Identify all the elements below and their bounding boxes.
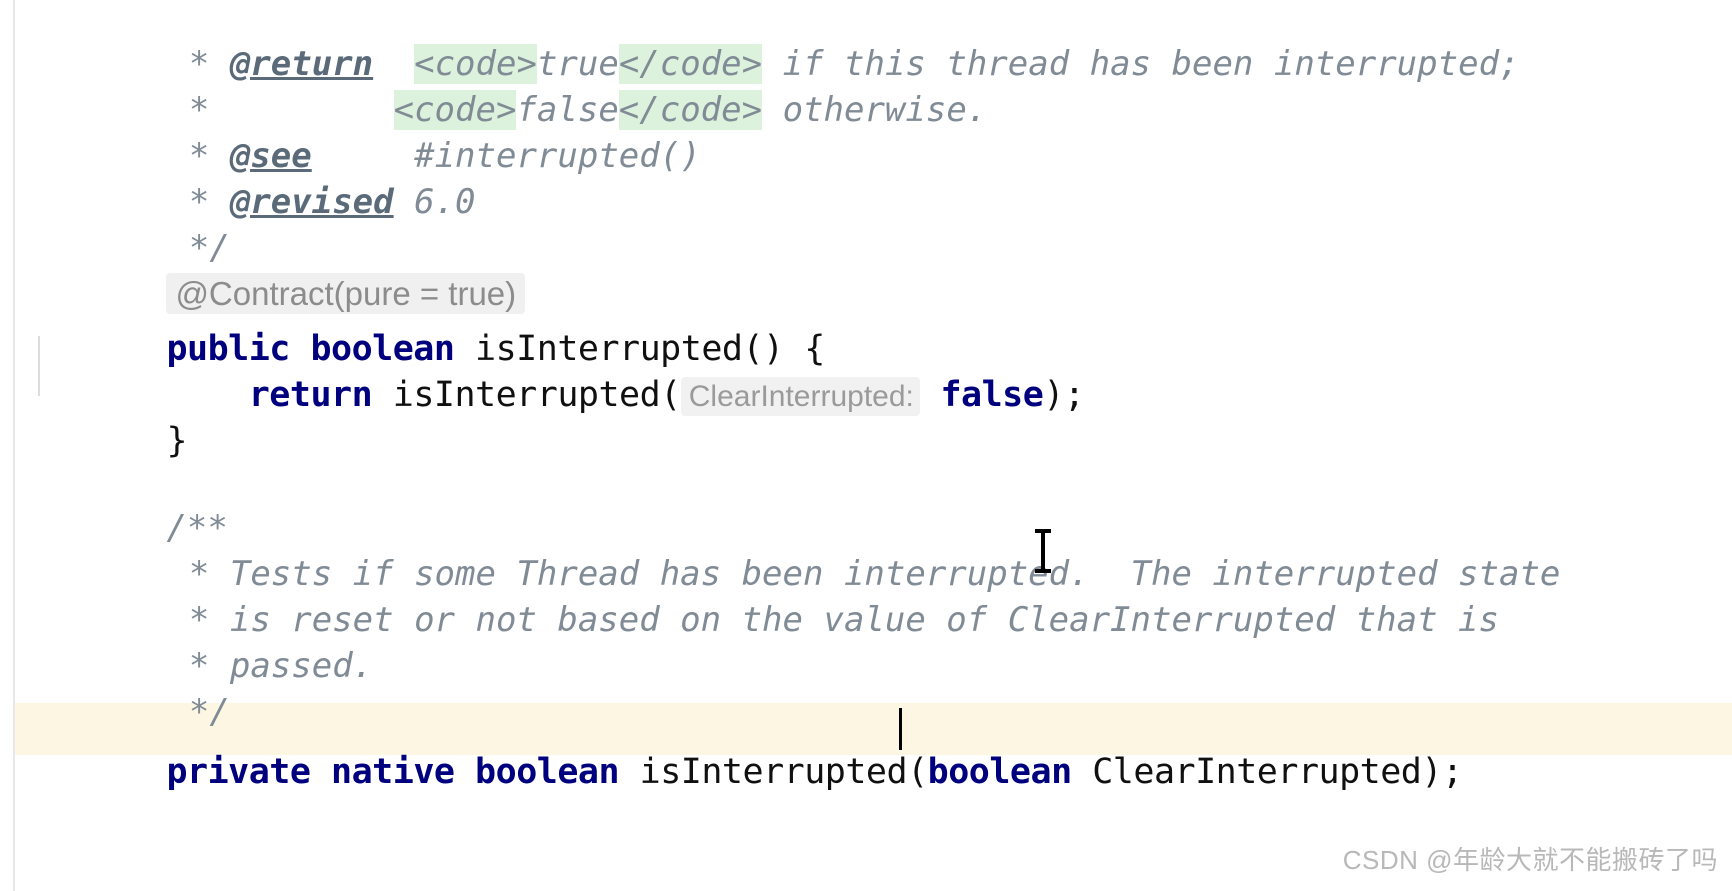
- editor-line[interactable]: @Contract(pure = true): [40, 225, 526, 314]
- keyword-token: private: [166, 752, 311, 792]
- parameter-name-inlay-hint[interactable]: ClearInterrupted:: [680, 377, 920, 416]
- editor-line[interactable]: * <code>false</code> otherwise.: [42, 41, 987, 130]
- code-token: 6.0: [393, 182, 476, 222]
- editor-line[interactable]: * Tests if some Thread has been interrup…: [42, 505, 1560, 594]
- watermark-text: CSDN @年龄大就不能搬砖了吗: [1342, 845, 1718, 875]
- editor-line[interactable]: return isInterrupted(ClearInterrupted: f…: [40, 326, 1085, 416]
- editor-line-blank[interactable]: [40, 418, 166, 464]
- text-caret: [899, 708, 902, 750]
- editor-line[interactable]: }: [40, 372, 187, 461]
- editor-line-current[interactable]: private native boolean isInterrupted(boo…: [40, 703, 1463, 792]
- editor-line[interactable]: public boolean isInterrupted() {: [40, 280, 825, 369]
- editor-line[interactable]: */: [42, 179, 230, 268]
- method-signature-token: isInterrupted(: [619, 752, 929, 792]
- code-editor[interactable]: * @return <code>true</code> if this thre…: [0, 0, 1732, 891]
- code-token: }: [166, 421, 188, 461]
- gutter-separator: [13, 0, 15, 891]
- editor-line[interactable]: * @see #interrupted(): [42, 87, 701, 176]
- keyword-token: boolean: [927, 752, 1073, 792]
- editor-line[interactable]: /**: [40, 459, 227, 548]
- javadoc-tag: @revised: [229, 182, 394, 222]
- keyword-token: native: [331, 752, 455, 792]
- keyword-token: return: [248, 375, 373, 415]
- keyword-token: false: [940, 375, 1044, 415]
- editor-line[interactable]: * @revised 6.0: [42, 133, 476, 222]
- parameter-token: ClearInterrupted);: [1071, 752, 1463, 792]
- code-token: isInterrupted(: [372, 375, 682, 415]
- code-token: otherwise.: [762, 90, 988, 130]
- editor-line[interactable]: * is reset or not based on the value of …: [42, 551, 1499, 640]
- keyword-token: boolean: [475, 752, 620, 792]
- editor-line[interactable]: * passed.: [42, 597, 373, 686]
- editor-line[interactable]: * @return <code>true</code> if this thre…: [42, 0, 1520, 84]
- code-token: );: [1043, 375, 1085, 415]
- editor-line[interactable]: */: [42, 643, 230, 732]
